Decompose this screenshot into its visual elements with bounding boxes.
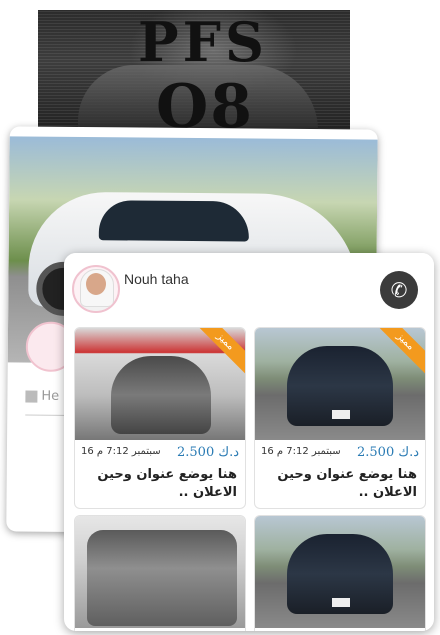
ad-meta: 16 سبتمبر 7:12 م 2.500 د.ك: [261, 445, 419, 462]
ad-image: [255, 516, 425, 628]
ad-meta: 16 سبتمبر 7:12 م 2.500 د.ك: [81, 445, 239, 462]
ad-card[interactable]: [254, 515, 426, 631]
ad-card[interactable]: [74, 515, 246, 631]
calendar-icon: [25, 390, 38, 403]
app-banner: PFS Q8: [38, 10, 350, 138]
ad-title[interactable]: هنا يوضع عنوان وحين الاعلان ..: [83, 466, 237, 502]
profile-header: Nouh taha ✆: [64, 253, 434, 321]
ads-panel: Nouh taha ✆ مميز 16 سبتمبر 7:12 م 2.500 …: [64, 253, 434, 631]
ad-date: 16 سبتمبر 7:12 م: [81, 446, 161, 457]
logo-text-top: PFS: [138, 10, 268, 74]
call-button[interactable]: ✆: [380, 271, 418, 309]
phone-icon: ✆: [390, 278, 408, 302]
ad-date: 16 سبتمبر 7:12 م: [261, 446, 341, 457]
ad-card[interactable]: مميز 16 سبتمبر 7:12 م 2.500 د.ك هنا يوضع…: [254, 327, 426, 509]
ad-price: 2.500 د.ك: [357, 445, 419, 460]
user-name[interactable]: Nouh taha: [124, 271, 189, 287]
ad-image: [75, 516, 245, 628]
ad-price: 2.500 د.ك: [177, 445, 239, 460]
ad-card[interactable]: مميز 16 سبتمبر 7:12 م 2.500 د.ك هنا يوضع…: [74, 327, 246, 509]
ad-title[interactable]: هنا يوضع عنوان وحين الاعلان ..: [263, 466, 417, 502]
user-avatar[interactable]: [72, 265, 120, 313]
